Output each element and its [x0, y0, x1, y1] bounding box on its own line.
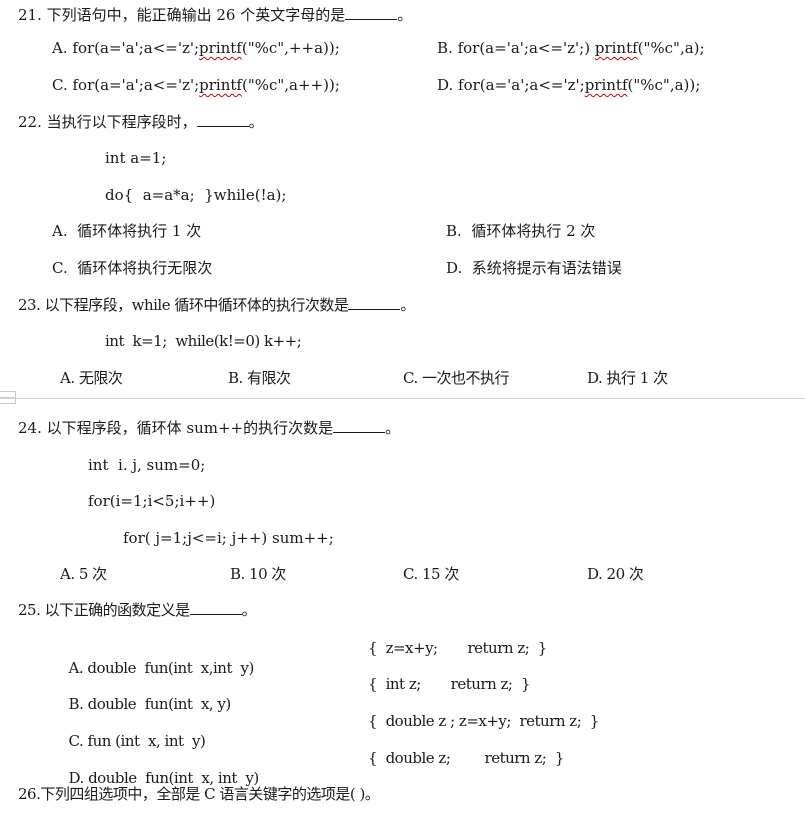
code-text: ("%c",a++));: [241, 76, 340, 94]
code-text: ("%c",++a));: [241, 39, 340, 57]
code-text: ("%c",a);: [637, 39, 705, 57]
question-24-option-d[interactable]: D. 20 次: [587, 564, 644, 584]
question-21-option-b[interactable]: B. for(a='a';a<='z';) printf("%c",a);: [437, 38, 705, 58]
question-22-option-b[interactable]: B. 循环体将执行 2 次: [446, 221, 595, 241]
question-text: 23. 以下程序段，while 循环中循环体的执行次数是: [18, 296, 349, 314]
question-25-option-a-body: { z=x+y; return z; }: [368, 639, 547, 657]
answer-blank[interactable]: [333, 418, 386, 433]
question-25-option-c[interactable]: C. fun (int x, int y): [60, 711, 206, 751]
answer-blank[interactable]: [345, 5, 398, 20]
question-22-option-a[interactable]: A. 循环体将执行 1 次: [52, 221, 201, 241]
question-23-option-c[interactable]: C. 一次也不执行: [403, 368, 509, 388]
question-21-stem: 21. 下列语句中，能正确输出 26 个英文字母的是 。: [18, 5, 412, 25]
code-line: int k=1; while(k!=0) k++;: [105, 332, 302, 350]
question-24-option-b[interactable]: B. 10 次: [230, 564, 286, 584]
code-line: do{ a=a*a; }while(!a);: [105, 186, 287, 204]
option-label: C.: [52, 76, 68, 94]
code-line: for( j=1;j<=i; j++) sum++;: [123, 529, 334, 547]
question-24-option-a[interactable]: A. 5 次: [60, 564, 107, 584]
spellcheck-word: printf: [594, 39, 638, 57]
question-text: 25. 以下正确的函数定义是: [18, 601, 190, 619]
question-22-option-c[interactable]: C. 循环体将执行无限次: [52, 258, 212, 278]
question-text: 21. 下列语句中，能正确输出 26 个英文字母的是: [18, 6, 346, 24]
code-text: for(a='a';a<='z';): [457, 39, 595, 57]
question-text: 24. 以下程序段，循环体 sum++的执行次数是: [18, 419, 334, 437]
spellcheck-word: printf: [199, 39, 242, 57]
question-25-option-c-body: { double z ; z=x+y; return z; }: [368, 712, 599, 730]
question-23-stem: 23. 以下程序段，while 循环中循环体的执行次数是 。: [18, 295, 415, 315]
question-22-stem: 22. 当执行以下程序段时， 。: [18, 112, 264, 132]
question-25-option-b-body: { int z; return z; }: [368, 675, 531, 693]
question-end: 。: [385, 419, 401, 437]
question-25-option-d[interactable]: D. double fun(int x, int y): [60, 748, 260, 788]
question-26-stem: 26.下列四组选项中，全部是 C 语言关键字的选项是( )。: [18, 785, 380, 803]
spellcheck-word: printf: [584, 76, 628, 94]
question-end: 。: [241, 601, 257, 619]
question-25-stem: 25. 以下正确的函数定义是 。: [18, 600, 257, 620]
code-line: for(i=1;i<5;i++): [88, 492, 216, 510]
page-break-marker-icon: [0, 391, 16, 404]
answer-blank[interactable]: [189, 600, 242, 615]
option-label: B.: [437, 39, 453, 57]
question-24-option-c[interactable]: C. 15 次: [403, 564, 459, 584]
question-25-option-a[interactable]: A. double fun(int x,int y): [60, 638, 255, 678]
code-text: for(a='a';a<='z';: [72, 76, 200, 94]
question-25-option-d-body: { double z; return z; }: [368, 749, 564, 767]
answer-blank[interactable]: [348, 295, 401, 310]
question-23-option-a[interactable]: A. 无限次: [60, 368, 123, 388]
code-line: int a=1;: [105, 149, 167, 167]
question-23-option-d[interactable]: D. 执行 1 次: [587, 368, 668, 388]
code-text: for(a='a';a<='z';: [72, 39, 200, 57]
question-24-stem: 24. 以下程序段，循环体 sum++的执行次数是 。: [18, 418, 400, 438]
code-text: for(a='a';a<='z';: [458, 76, 585, 94]
question-22-option-d[interactable]: D. 系统将提示有语法错误: [446, 258, 622, 278]
answer-blank[interactable]: [196, 112, 249, 127]
question-23-option-b[interactable]: B. 有限次: [228, 368, 291, 388]
question-21-option-d[interactable]: D. for(a='a';a<='z';printf("%c",a));: [437, 75, 700, 95]
page-break-divider: [0, 398, 805, 399]
code-text: ("%c",a));: [627, 76, 701, 94]
question-21-option-c[interactable]: C. for(a='a';a<='z';printf("%c",a++));: [52, 75, 340, 95]
question-end: 。: [248, 113, 264, 131]
question-end: 。: [397, 6, 413, 24]
spellcheck-word: printf: [199, 76, 242, 94]
code-line: int i. j, sum=0;: [88, 456, 206, 474]
question-25-option-b[interactable]: B. double fun(int x, y): [60, 674, 232, 714]
option-label: D.: [437, 76, 454, 94]
question-text: 22. 当执行以下程序段时，: [18, 113, 197, 131]
option-label: A.: [52, 39, 68, 57]
question-end: 。: [400, 296, 415, 314]
question-21-option-a[interactable]: A. for(a='a';a<='z';printf("%c",++a));: [52, 38, 340, 58]
